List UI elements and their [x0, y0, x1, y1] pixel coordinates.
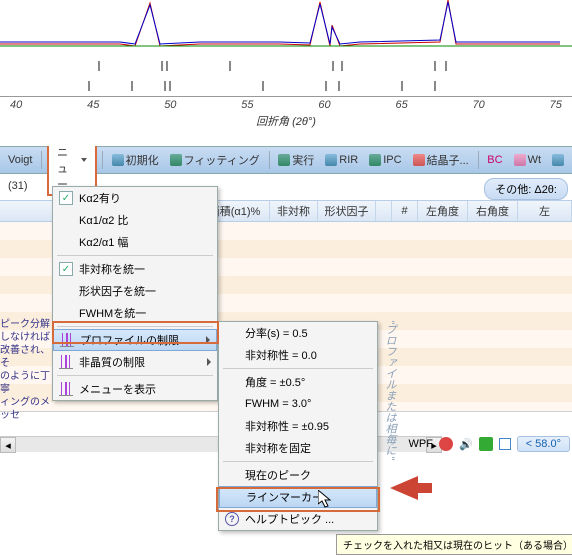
- checkbox-icon: ✓: [59, 191, 73, 205]
- x-axis-ticks: 40 45 50 55 60 65 70 75: [0, 97, 572, 111]
- row-count: (31): [0, 174, 36, 198]
- x-axis-title: 回折角 (2θ°): [0, 111, 572, 129]
- status-box-icon[interactable]: [499, 438, 511, 450]
- crystallite-icon: [413, 154, 425, 166]
- vertical-hint-text: "プロファイルまたは相毎に": [382, 320, 398, 460]
- init-icon: [112, 154, 124, 166]
- fitting-button[interactable]: フィッティング: [166, 150, 264, 170]
- submenu-arrow-icon: [206, 336, 210, 344]
- rir-button[interactable]: RIR: [321, 152, 362, 168]
- help-icon: ?: [225, 512, 239, 526]
- voigt-label: Voigt: [4, 152, 36, 168]
- cursor-icon: [318, 490, 334, 514]
- submenu-item-line-marker[interactable]: ラインマーカー: [219, 486, 377, 508]
- peaks-icon: [60, 333, 74, 347]
- init-button[interactable]: 初期化: [108, 150, 163, 170]
- ipc-button[interactable]: IPC: [365, 152, 405, 168]
- submenu-item-fraction[interactable]: 分率(s) = 0.5: [219, 322, 377, 344]
- submenu-item-angle[interactable]: 角度 = ±0.5°: [219, 371, 377, 393]
- wt-button[interactable]: Wt: [510, 152, 545, 168]
- tick-marks-area: 40 45 50 55 60 65 70 75 回折角 (2θ°): [0, 56, 572, 146]
- run-icon: [278, 154, 290, 166]
- menu-item-unify-shape[interactable]: 形状因子を統一: [53, 280, 217, 302]
- crystallite-button[interactable]: 結晶子...: [409, 150, 473, 170]
- submenu-item-asym0[interactable]: 非対称性 = 0.0: [219, 344, 377, 366]
- scroll-left-button[interactable]: ◂: [0, 437, 16, 453]
- tooltip: チェックを入れた相又は現在のヒット（ある場合）の: [336, 534, 572, 555]
- toolbar: Voigt メニュー 初期化 フィッティング 実行 RIR IPC 結晶子...…: [0, 146, 572, 174]
- peaks-icon: [59, 382, 73, 396]
- status-bar: WPF 🔊 < 58.0°: [409, 434, 570, 454]
- left-hint-text: ピーク分解 しなければ 改善され、そ のように丁寧 ィングのメッセ: [0, 318, 52, 422]
- bc-button[interactable]: BC: [483, 152, 506, 168]
- ipc-icon: [369, 154, 381, 166]
- wpf-label: WPF: [409, 438, 433, 450]
- checkbox-icon: ✓: [59, 262, 73, 276]
- run-button[interactable]: 実行: [274, 150, 318, 170]
- angle-readout: < 58.0°: [517, 436, 570, 452]
- submenu-arrow-icon: [207, 358, 211, 366]
- submenu-item-current-peak[interactable]: 現在のピーク: [219, 464, 377, 486]
- caret-down-icon: [81, 158, 87, 162]
- extra-icon-button[interactable]: [548, 152, 568, 168]
- submenu-item-asym095[interactable]: 非対称性 = ±0.95: [219, 415, 377, 437]
- peaks-icon: [59, 355, 73, 369]
- status-dot-red-icon[interactable]: [439, 437, 453, 451]
- menu-item-profile-limits[interactable]: プロファイルの制限: [53, 329, 217, 351]
- menu-item-unify-asym[interactable]: ✓非対称を統一: [53, 258, 217, 280]
- chart-icon: [552, 154, 564, 166]
- menu-item-show-menu[interactable]: メニューを表示: [53, 378, 217, 400]
- wt-icon: [514, 154, 526, 166]
- submenu-item-help[interactable]: ?ヘルプトピック ...: [219, 508, 377, 530]
- submenu-item-fix-asym[interactable]: 非対称を固定: [219, 437, 377, 459]
- menu-item-amorphous-limits[interactable]: 非晶質の制限: [53, 351, 217, 373]
- menu-dropdown[interactable]: ✓Kα2有り Kα1/α2 比 Kα2/α1 幅 ✓非対称を統一 形状因子を統一…: [52, 186, 218, 401]
- menu-item-ka12ratio[interactable]: Kα1/α2 比: [53, 209, 217, 231]
- submenu-item-fwhm[interactable]: FWHM = 3.0°: [219, 393, 377, 415]
- menu-item-ka21width[interactable]: Kα2/α1 幅: [53, 231, 217, 253]
- fitting-icon: [170, 154, 182, 166]
- menu-item-ka2[interactable]: ✓Kα2有り: [53, 187, 217, 209]
- annotation-arrow-icon: [390, 476, 418, 500]
- other-delta2theta-label: その他: Δ2θ:: [484, 178, 568, 200]
- menu-item-unify-fwhm[interactable]: FWHMを統一: [53, 302, 217, 324]
- speaker-icon[interactable]: 🔊: [459, 438, 473, 451]
- status-dot-green-icon[interactable]: [479, 437, 493, 451]
- submenu-profile-limits[interactable]: 分率(s) = 0.5 非対称性 = 0.0 角度 = ±0.5° FWHM =…: [218, 321, 378, 531]
- rir-icon: [325, 154, 337, 166]
- xrd-chart: [0, 0, 572, 50]
